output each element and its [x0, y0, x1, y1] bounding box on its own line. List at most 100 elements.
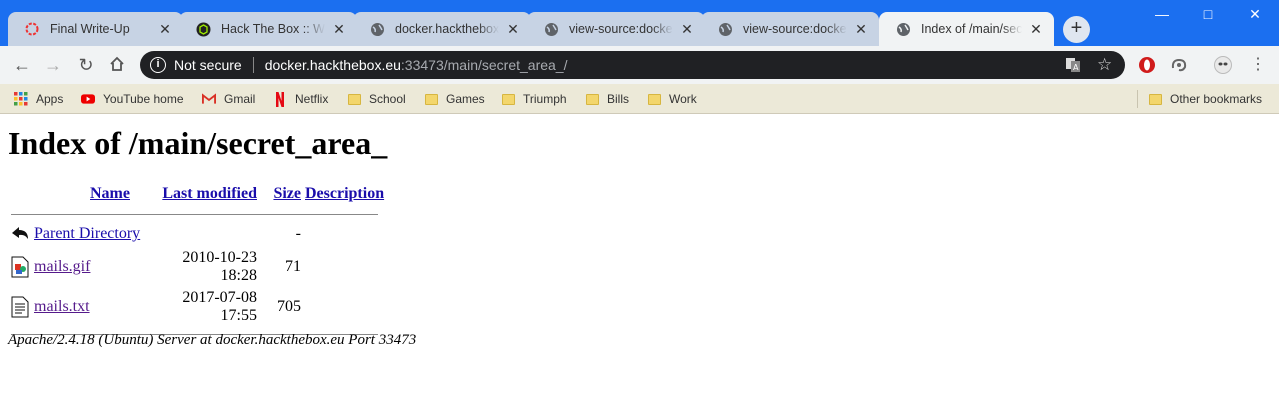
bookmark-label: Apps	[36, 92, 64, 106]
bookmark-other[interactable]: Other bookmarks	[1148, 90, 1262, 108]
sort-by-modified-link[interactable]: Last modified	[162, 185, 257, 202]
modified-column-header: Last modified	[144, 181, 259, 207]
bookmark-netflix[interactable]: Netflix	[273, 90, 328, 108]
text-file-icon	[10, 296, 30, 318]
size-cell: 71	[285, 258, 301, 275]
folder-icon	[424, 92, 438, 106]
tab-strip: Final Write-Up ✕ Hack The Box :: Website…	[0, 0, 1279, 46]
bookmark-gmail[interactable]: Gmail	[202, 90, 255, 108]
close-tab-icon[interactable]: ✕	[1028, 21, 1044, 38]
description-cell	[303, 287, 386, 327]
sort-by-description-link[interactable]: Description	[305, 185, 384, 202]
name-cell: mails.gif	[32, 247, 144, 287]
tab-final-write-up[interactable]: Final Write-Up ✕	[8, 12, 183, 46]
home-icon[interactable]	[107, 55, 127, 75]
bookmark-bills[interactable]: Bills	[585, 90, 629, 108]
sort-by-name-link[interactable]: Name	[90, 185, 130, 202]
modified-cell	[144, 221, 259, 247]
close-tab-icon[interactable]: ✕	[853, 21, 869, 38]
bookmark-label: YouTube home	[103, 92, 184, 106]
folder-icon	[647, 92, 661, 106]
bookmark-label: Bills	[607, 92, 630, 106]
close-tab-icon[interactable]: ✕	[157, 21, 173, 38]
tab-title: Final Write-Up	[50, 22, 130, 36]
translate-icon[interactable]: A	[1065, 57, 1081, 76]
bookmark-youtube[interactable]: YouTube home	[81, 90, 184, 108]
gmail-icon	[202, 92, 216, 106]
table-row: Parent Directory -	[8, 221, 386, 247]
folder-icon	[501, 92, 515, 106]
url-host: docker.hackthebox.eu	[264, 57, 401, 73]
description-cell	[303, 247, 386, 287]
tab-view-source-2[interactable]: view-source:docker.hackthebox.eu ✕	[701, 12, 879, 46]
description-column-header: Description	[303, 181, 386, 207]
back-icon[interactable]: ←	[12, 55, 32, 75]
sort-by-size-link[interactable]: Size	[273, 185, 301, 202]
star-icon[interactable]: ☆	[1097, 55, 1112, 75]
bookmark-label: Netflix	[295, 92, 329, 106]
forward-icon[interactable]: →	[43, 55, 63, 75]
svg-text:A: A	[1073, 63, 1079, 72]
tab-docker[interactable]: docker.hackthebox.eu ✕	[353, 12, 531, 46]
bookmark-games[interactable]: Games	[424, 90, 485, 108]
tab-title: view-source:docker.hackthebox.eu	[569, 22, 673, 36]
size-column-header: Size	[259, 181, 303, 207]
modified-cell: 2017-07-08 17:55	[182, 289, 257, 324]
bookmark-school[interactable]: School	[347, 90, 406, 108]
menu-icon[interactable]: ⋮	[1248, 55, 1268, 75]
mails-txt-link[interactable]: mails.txt	[34, 298, 90, 315]
bookmark-label: School	[369, 92, 406, 106]
bookmark-label: Triumph	[523, 92, 567, 106]
bookmark-triumph[interactable]: Triumph	[501, 90, 567, 108]
tab-view-source-1[interactable]: view-source:docker.hackthebox.eu ✕	[527, 12, 705, 46]
tab-title: Index of /main/secret_area_	[921, 22, 1022, 36]
name-cell: mails.txt	[32, 287, 144, 327]
bookmark-label: Work	[669, 92, 697, 106]
opera-extension-icon[interactable]	[1138, 56, 1156, 74]
server-signature: Apache/2.4.18 (Ubuntu) Server at docker.…	[8, 332, 417, 348]
close-window-icon[interactable]: ✕	[1240, 6, 1270, 23]
folder-icon	[1148, 92, 1162, 106]
mails-gif-link[interactable]: mails.gif	[34, 258, 90, 275]
extension-icon[interactable]	[1170, 56, 1188, 74]
back-arrow-icon	[10, 223, 30, 245]
directory-listing: Name Last modified Size Description Pare…	[8, 181, 386, 341]
toolbar: ← → ↻ i Not secure docker.hackthebox.eu:…	[0, 46, 1279, 84]
divider	[11, 213, 378, 215]
netflix-icon	[273, 91, 287, 107]
name-column-header: Name	[32, 181, 144, 207]
name-cell: Parent Directory	[32, 221, 144, 247]
size-cell: -	[295, 225, 301, 242]
info-icon[interactable]: i	[150, 57, 166, 73]
bookmark-apps[interactable]: Apps	[14, 90, 63, 108]
image-file-icon	[10, 256, 30, 278]
profile-avatar[interactable]	[1214, 56, 1232, 74]
globe-icon	[543, 21, 559, 37]
modified-cell: 2010-10-23 18:28	[182, 249, 257, 284]
close-tab-icon[interactable]: ✕	[505, 21, 521, 38]
size-cell: 705	[277, 298, 301, 315]
table-header-row: Name Last modified Size Description	[8, 181, 386, 207]
htb-cube-icon	[195, 21, 211, 37]
tab-title: view-source:docker.hackthebox.eu	[743, 22, 847, 36]
maximize-icon[interactable]: □	[1193, 6, 1223, 22]
url-path: :33473/main/secret_area_/	[400, 57, 568, 73]
bookmark-work[interactable]: Work	[647, 90, 697, 108]
security-label[interactable]: Not secure	[174, 57, 242, 73]
icon-column-header	[8, 181, 32, 207]
tab-hack-the-box[interactable]: Hack The Box :: Website ✕	[179, 12, 357, 46]
row-icon-cell	[8, 287, 32, 327]
close-tab-icon[interactable]: ✕	[331, 21, 347, 38]
address-bar[interactable]: i Not secure docker.hackthebox.eu:33473/…	[140, 51, 1125, 79]
tab-title: docker.hackthebox.eu	[395, 22, 499, 36]
apps-grid-icon	[14, 92, 28, 106]
bookmark-label: Gmail	[224, 92, 256, 106]
parent-directory-link[interactable]: Parent Directory	[34, 225, 140, 242]
bookmark-label: Other bookmarks	[1170, 92, 1263, 106]
tab-index-of[interactable]: Index of /main/secret_area_ ✕	[879, 12, 1054, 46]
close-tab-icon[interactable]: ✕	[679, 21, 695, 38]
minimize-icon[interactable]: —	[1147, 6, 1177, 22]
reload-icon[interactable]: ↻	[76, 55, 96, 75]
new-tab-button[interactable]: +	[1063, 16, 1090, 43]
row-icon-cell	[8, 247, 32, 287]
